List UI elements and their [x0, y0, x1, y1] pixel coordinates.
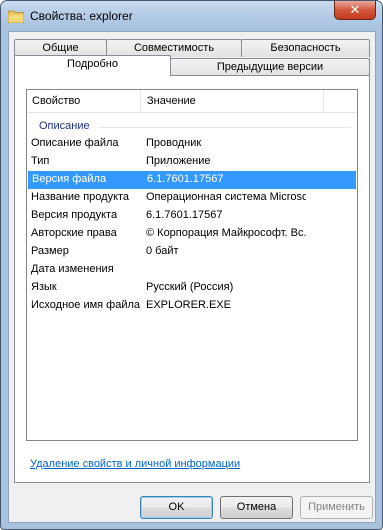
property-value: Приложение — [146, 155, 211, 167]
table-row[interactable]: Авторские права © Корпорация Майкрософт.… — [27, 225, 357, 243]
property-value: © Корпорация Майкрософт. Вс... — [146, 227, 306, 239]
button-label: Отмена — [236, 501, 277, 513]
apply-button[interactable]: Применить — [300, 496, 373, 519]
title-bar[interactable]: Свойства: explorer ✕ — [1, 1, 382, 31]
property-value: Русский (Россия) — [146, 281, 234, 293]
property-name: Дата изменения — [31, 263, 114, 275]
property-value: 6.1.7601.17567 — [147, 173, 224, 185]
button-label: OK — [168, 501, 185, 513]
tab-label: Подробно — [67, 58, 118, 70]
details-panel: Свойство Значение Описание Описание файл… — [14, 75, 370, 483]
close-button[interactable]: ✕ — [334, 1, 376, 20]
tab-label: Предыдущие версии — [216, 61, 324, 73]
tab-label: Совместимость — [133, 42, 215, 54]
table-row[interactable]: Исходное имя файла EXPLORER.EXE — [27, 297, 357, 315]
property-name: Версия файла — [32, 173, 107, 185]
property-name: Описание файла — [31, 137, 119, 149]
property-name: Версия продукта — [31, 209, 118, 221]
property-value: 0 байт — [146, 245, 179, 257]
dialog-body: Общие Совместимость Безопасность Подробн… — [8, 31, 376, 523]
column-header-value[interactable]: Значение — [147, 95, 196, 107]
table-row[interactable]: Тип Приложение — [27, 153, 357, 171]
tab-security[interactable]: Безопасность — [241, 39, 370, 57]
group-divider — [99, 127, 351, 128]
folder-icon — [8, 10, 24, 23]
tab-previous-versions[interactable]: Предыдущие версии — [170, 58, 370, 76]
ok-button[interactable]: OK — [140, 496, 213, 519]
table-row[interactable]: Язык Русский (Россия) — [27, 279, 357, 297]
column-separator[interactable] — [323, 90, 324, 112]
property-name: Размер — [31, 245, 69, 257]
property-name: Авторские права — [31, 227, 117, 239]
property-name: Тип — [31, 155, 50, 167]
cancel-button[interactable]: Отмена — [220, 496, 293, 519]
column-header-property[interactable]: Свойство — [32, 95, 80, 107]
property-name: Исходное имя файла — [31, 299, 141, 311]
list-header: Свойство Значение — [27, 90, 357, 113]
property-name: Язык — [31, 281, 57, 293]
table-row[interactable]: Версия продукта 6.1.7601.17567 — [27, 207, 357, 225]
remove-properties-link[interactable]: Удаление свойств и личной информации — [30, 458, 240, 470]
property-value: 6.1.7601.17567 — [146, 209, 223, 221]
table-row[interactable]: Размер 0 байт — [27, 243, 357, 261]
button-label: Применить — [308, 501, 365, 513]
properties-window: Свойства: explorer ✕ Общие Совместимость… — [0, 0, 383, 530]
property-name: Название продукта — [31, 191, 130, 203]
close-icon: ✕ — [349, 2, 361, 17]
property-value: EXPLORER.EXE — [146, 299, 231, 311]
tab-label: Безопасность — [270, 42, 341, 54]
table-row[interactable]: Описание файла Проводник — [27, 135, 357, 153]
window-title: Свойства: explorer — [30, 9, 133, 23]
table-row[interactable]: Название продукта Операционная система M… — [27, 189, 357, 207]
column-separator[interactable] — [140, 90, 141, 112]
group-title: Описание — [39, 120, 90, 132]
properties-list[interactable]: Свойство Значение Описание Описание файл… — [26, 89, 358, 441]
property-value: Проводник — [146, 137, 202, 149]
property-value: Операционная система Microso... — [146, 191, 306, 203]
tab-details[interactable]: Подробно — [14, 55, 171, 76]
table-row[interactable]: Дата изменения — [27, 261, 357, 279]
tab-label: Общие — [42, 42, 79, 54]
table-row-selected[interactable]: Версия файла 6.1.7601.17567 — [28, 171, 356, 189]
